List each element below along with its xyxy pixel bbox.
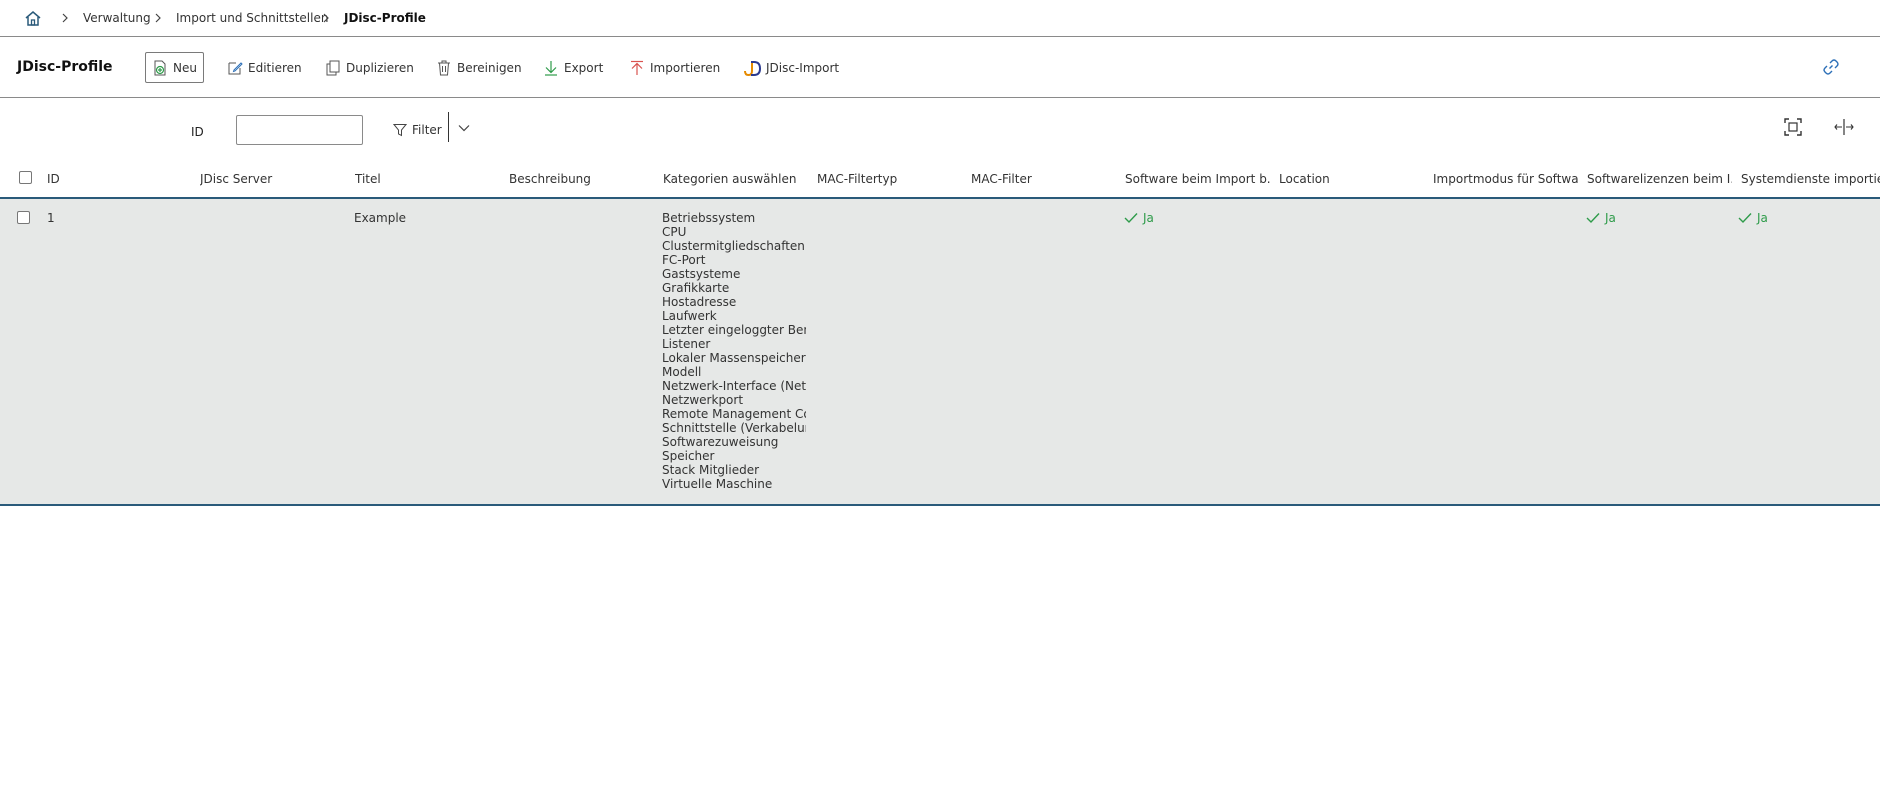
purge-button[interactable]: Bereinigen — [429, 52, 529, 83]
filter-row: ID Filter — [0, 98, 1880, 160]
column-header-description[interactable]: Beschreibung — [509, 172, 649, 186]
category-item: Schnittstelle (Verkabelung) — [662, 421, 806, 435]
column-header-jdisc-server[interactable]: JDisc Server — [200, 172, 340, 186]
profiles-table: ID JDisc Server Titel Beschreibung Kateg… — [0, 160, 1880, 506]
id-filter-input[interactable] — [236, 115, 363, 145]
cell-software-licenses: Ja — [1586, 211, 1616, 225]
import-button-label: Importieren — [650, 60, 721, 75]
yes-label: Ja — [1605, 211, 1616, 225]
breadcrumb: Verwaltung Import und Schnittstellen JDi… — [0, 0, 1880, 37]
column-header-id[interactable]: ID — [47, 172, 187, 186]
category-item: Remote Management Controller — [662, 407, 806, 421]
trash-icon — [438, 60, 450, 75]
table-row[interactable]: 1 Example Betriebssystem CPU Clustermitg… — [0, 199, 1880, 506]
category-item: Letzter eingeloggter Benutzer — [662, 323, 806, 337]
column-header-mac-filter-type[interactable]: MAC-Filtertyp — [817, 172, 957, 186]
column-header-title[interactable]: Titel — [355, 172, 495, 186]
column-header-software-import[interactable]: Software beim Import b... — [1125, 172, 1270, 186]
purge-button-label: Bereinigen — [457, 60, 522, 75]
home-icon[interactable] — [24, 10, 42, 27]
category-item: Lokaler Massenspeicher — [662, 351, 806, 365]
cell-title: Example — [354, 211, 407, 225]
chevron-right-icon — [323, 13, 329, 23]
column-header-software-licenses[interactable]: Softwarelizenzen beim I... — [1587, 172, 1732, 186]
new-button[interactable]: Neu — [145, 52, 204, 83]
jdisc-import-button[interactable]: JDisc-Import — [736, 52, 846, 83]
column-width-icon[interactable] — [1834, 118, 1854, 136]
category-item: Listener — [662, 337, 711, 351]
category-item: Speicher — [662, 449, 715, 463]
import-button[interactable]: Importieren — [622, 52, 727, 83]
category-item: Modell — [662, 365, 702, 379]
duplicate-button[interactable]: Duplizieren — [318, 52, 421, 83]
checkmark-icon — [1738, 213, 1752, 224]
id-filter-label: ID — [191, 125, 204, 139]
yes-label: Ja — [1143, 211, 1154, 225]
column-header-location[interactable]: Location — [1279, 172, 1419, 186]
funnel-icon — [393, 124, 407, 137]
category-item: Betriebssystem — [662, 211, 756, 225]
checkmark-icon — [1586, 213, 1600, 224]
filter-divider — [448, 112, 449, 142]
checkmark-icon — [1124, 213, 1138, 224]
jdisc-import-button-label: JDisc-Import — [766, 60, 840, 75]
column-header-software-import-mode[interactable]: Importmodus für Softwa... — [1433, 172, 1578, 186]
breadcrumb-item-import[interactable]: Import und Schnittstellen — [176, 11, 328, 25]
category-item: Grafikkarte — [662, 281, 730, 295]
duplicate-icon — [326, 60, 340, 75]
category-item: Softwarezuweisung — [662, 435, 779, 449]
chevron-down-icon[interactable] — [458, 124, 470, 132]
select-all-checkbox[interactable] — [19, 171, 32, 184]
filter-button-label: Filter — [412, 123, 442, 137]
jdisc-logo-icon — [744, 60, 761, 76]
upload-icon — [631, 60, 643, 75]
cell-id: 1 — [47, 211, 55, 225]
filter-button[interactable]: Filter — [393, 115, 442, 145]
category-item: Netzwerkport — [662, 393, 744, 407]
add-document-icon — [154, 60, 166, 75]
chevron-right-icon — [62, 13, 68, 23]
link-icon[interactable] — [1822, 58, 1840, 76]
duplicate-button-label: Duplizieren — [346, 60, 414, 75]
category-item: CPU — [662, 225, 687, 239]
page-title: JDisc-Profile — [17, 59, 113, 75]
edit-icon — [228, 61, 243, 74]
chevron-right-icon — [155, 13, 161, 23]
edit-button-label: Editieren — [248, 60, 302, 75]
category-item: FC-Port — [662, 253, 706, 267]
breadcrumb-item-verwaltung[interactable]: Verwaltung — [83, 11, 151, 25]
export-button[interactable]: Export — [536, 52, 610, 83]
category-item: Virtuelle Maschine — [662, 477, 773, 491]
cell-software-import: Ja — [1124, 211, 1154, 225]
category-item: Netzwerk-Interface (Netzwerk) — [662, 379, 806, 393]
row-checkbox[interactable] — [17, 211, 30, 224]
edit-button[interactable]: Editieren — [220, 52, 309, 83]
column-header-categories[interactable]: Kategorien auswählen — [663, 172, 808, 186]
new-button-label: Neu — [173, 60, 197, 75]
category-item: Laufwerk — [662, 309, 717, 323]
category-item: Gastsysteme — [662, 267, 741, 281]
category-item: Hostadresse — [662, 295, 737, 309]
download-icon — [545, 60, 557, 76]
category-item: Clustermitgliedschaften — [662, 239, 805, 253]
export-button-label: Export — [564, 60, 604, 75]
breadcrumb-current: JDisc-Profile — [344, 11, 426, 25]
cell-categories: Betriebssystem CPU Clustermitgliedschaft… — [662, 211, 806, 491]
yes-label: Ja — [1757, 211, 1768, 225]
fullscreen-icon[interactable] — [1784, 118, 1802, 136]
table-header: ID JDisc Server Titel Beschreibung Kateg… — [0, 160, 1880, 199]
category-item: Stack Mitglieder — [662, 463, 760, 477]
cell-system-services: Ja — [1738, 211, 1768, 225]
column-header-mac-filter[interactable]: MAC-Filter — [971, 172, 1111, 186]
column-header-system-services[interactable]: Systemdienste importieren — [1741, 172, 1880, 186]
toolbar: JDisc-Profile Neu Editieren Duplizieren … — [0, 37, 1880, 98]
